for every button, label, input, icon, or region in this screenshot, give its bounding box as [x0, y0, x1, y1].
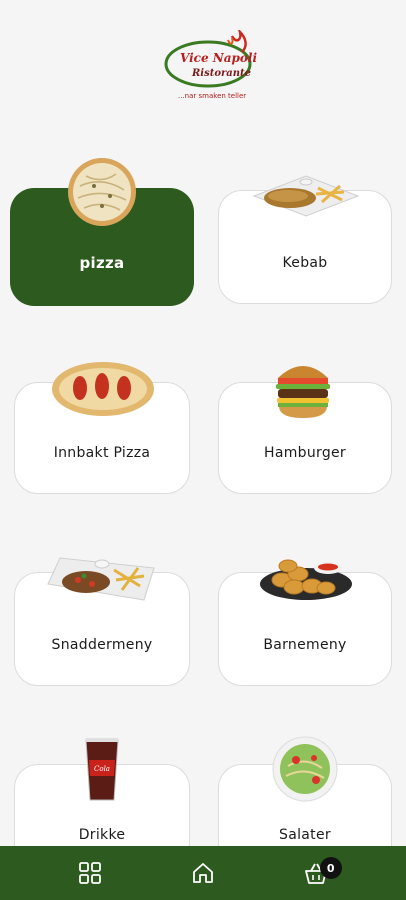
- salad-icon: [272, 736, 338, 806]
- category-label: Salater: [279, 827, 331, 843]
- nav-menu-button[interactable]: [70, 853, 110, 893]
- snadder-plate-icon: [44, 554, 158, 608]
- nuggets-icon: [258, 554, 354, 606]
- svg-text:Cola: Cola: [94, 765, 110, 773]
- cart-count-badge: 0: [319, 857, 342, 879]
- nav-home-button[interactable]: [183, 853, 223, 893]
- menu-screen: Vice Napoli Ristorante ...nar smaken tel…: [0, 0, 406, 900]
- burger-icon: [274, 356, 332, 424]
- category-label: Kebab: [282, 255, 328, 271]
- category-label: Snaddermeny: [51, 637, 153, 653]
- bottom-navigation: 0: [0, 846, 406, 900]
- category-label: Barnemeny: [263, 637, 347, 653]
- kebab-icon: [250, 170, 362, 222]
- category-label: Drikke: [78, 827, 126, 843]
- nav-cart-button[interactable]: 0: [296, 853, 342, 893]
- category-label: Hamburger: [264, 445, 346, 461]
- svg-text:Vice Napoli: Vice Napoli: [180, 51, 257, 65]
- category-label: pizza: [79, 254, 125, 272]
- home-icon: [193, 863, 213, 883]
- grid-icon: [79, 862, 102, 884]
- category-label: Innbakt Pizza: [53, 445, 151, 461]
- pizza-icon: [66, 156, 138, 232]
- cola-cup-icon: Cola: [84, 736, 120, 806]
- svg-text:Ristorante: Ristorante: [191, 68, 251, 79]
- svg-text:...nar smaken teller: ...nar smaken teller: [178, 92, 246, 100]
- restaurant-logo: Vice Napoli Ristorante ...nar smaken tel…: [162, 27, 258, 110]
- calzone-icon: [50, 360, 156, 422]
